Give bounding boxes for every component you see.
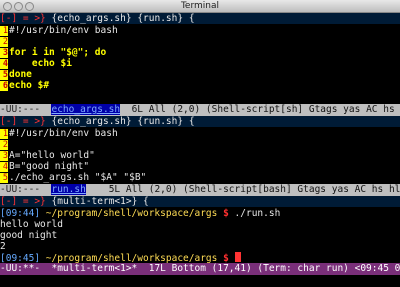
- code-line[interactable]: 5done: [0, 69, 400, 80]
- modeline-status: -UU:**-: [0, 263, 52, 274]
- window-mark[interactable]: [-] = >}: [0, 116, 46, 127]
- code-text: echo $#: [9, 80, 50, 91]
- code-text: #!/usr/bin/env bash: [9, 128, 118, 139]
- line-number: 3: [0, 48, 8, 58]
- buffer-tab-echo-args[interactable]: {echo_args.sh}: [52, 116, 132, 127]
- code-text: done: [9, 69, 32, 80]
- modeline-info: 6L All (2,0) (Shell-script[sh] Gtags yas…: [131, 104, 395, 115]
- code-line[interactable]: 4B="good night": [0, 161, 400, 172]
- window-mark[interactable]: [-] = >}: [0, 13, 46, 24]
- terminal-output-line: 2: [0, 241, 6, 252]
- terminal-prompt-line[interactable]: [09:44] ~/program/shell/workspace/args $…: [0, 208, 400, 219]
- prompt-time: [09:45]: [0, 253, 41, 263]
- prompt-command: ./run.sh: [228, 208, 281, 219]
- modeline-run[interactable]: -UU:--- run.sh 5L All (2,0) (Shell-scrip…: [0, 184, 400, 196]
- code-text: ./echo_args.sh "$A" "$B": [9, 172, 147, 183]
- modeline-buffer-name[interactable]: run.sh: [51, 184, 86, 195]
- header-line-term: [-] = >} {multi-term<1>} {: [0, 196, 400, 207]
- line-number: 1: [0, 26, 8, 36]
- code-text: A="hello world": [9, 150, 95, 161]
- code-line[interactable]: 1#!/usr/bin/env bash: [0, 128, 400, 139]
- line-number: 6: [0, 81, 8, 91]
- code-line[interactable]: 5./echo_args.sh "$A" "$B": [0, 172, 400, 183]
- buffer-tab-echo-args[interactable]: {echo_args.sh}: [52, 13, 132, 24]
- code-text: for i in "$@"; do: [9, 47, 107, 58]
- modeline-echo-args[interactable]: -UU:--- echo_args.sh 6L All (2,0) (Shell…: [0, 104, 400, 116]
- code-line[interactable]: 3A="hello world": [0, 150, 400, 161]
- line-number: 3: [0, 151, 8, 161]
- header-line-top: [-] = >} {echo_args.sh} {run.sh} {: [0, 13, 400, 24]
- code-line[interactable]: 4 echo $i: [0, 58, 400, 69]
- line-number: 5: [0, 173, 8, 183]
- code-text: B="good night": [9, 161, 90, 172]
- buffer-tab-run[interactable]: {run.sh}: [137, 13, 183, 24]
- code-text: echo $i: [9, 58, 72, 69]
- header-line-middle: [-] = >} {echo_args.sh} {run.sh} {: [0, 116, 400, 127]
- line-number: 1: [0, 129, 8, 139]
- text-cursor: [234, 252, 241, 262]
- buffer-tab-multi-term[interactable]: {multi-term<1>}: [52, 196, 138, 207]
- window-mark[interactable]: [-] = >}: [0, 196, 46, 207]
- title-bar[interactable]: Terminal: [0, 0, 400, 13]
- modeline-info: 17L Bottom (17,41) (Term: char run) <09:…: [148, 263, 400, 274]
- code-text: #!/usr/bin/env bash: [9, 25, 118, 36]
- line-number: 2: [0, 37, 8, 47]
- line-number: 4: [0, 162, 8, 172]
- buffer-tab-run[interactable]: {run.sh}: [137, 116, 183, 127]
- window-title: Terminal: [180, 1, 220, 11]
- prompt-path: ~/program/shell/workspace/args: [40, 208, 224, 219]
- code-line[interactable]: 2: [0, 139, 400, 150]
- code-line[interactable]: 3for i in "$@"; do: [0, 47, 400, 58]
- header-tail: {: [143, 196, 149, 207]
- prompt-symbol: $: [223, 253, 229, 263]
- code-line[interactable]: 6echo $#: [0, 80, 400, 91]
- terminal-prompt-line[interactable]: [09:45] ~/program/shell/workspace/args $: [0, 252, 400, 263]
- code-line[interactable]: 2: [0, 36, 400, 47]
- modeline-multi-term[interactable]: -UU:**- *multi-term<1>* 17L Bottom (17,4…: [0, 263, 400, 275]
- modeline-buffer-name[interactable]: echo_args.sh: [51, 104, 121, 115]
- prompt-time: [09:44]: [0, 208, 41, 219]
- line-number: 4: [0, 59, 8, 69]
- modeline-status: -UU:---: [0, 104, 52, 115]
- minibuffer[interactable]: [0, 275, 400, 287]
- code-line[interactable]: 1#!/usr/bin/env bash: [0, 25, 400, 36]
- prompt-path: ~/program/shell/workspace/args: [40, 253, 224, 263]
- line-number: 5: [0, 70, 8, 80]
- terminal-output-line: good night: [0, 230, 58, 241]
- terminal-output-line: hello world: [0, 219, 63, 230]
- line-number: 2: [0, 140, 8, 150]
- terminal-window: Terminal [-] = >} {echo_args.sh} {run.sh…: [0, 0, 400, 287]
- modeline-status: -UU:---: [0, 184, 52, 195]
- header-tail: {: [188, 116, 195, 127]
- modeline-buffer-name[interactable]: *multi-term<1>*: [51, 263, 137, 274]
- header-tail: {: [188, 13, 195, 24]
- modeline-info: 5L All (2,0) (Shell-script[bash] Gtags y…: [85, 184, 400, 195]
